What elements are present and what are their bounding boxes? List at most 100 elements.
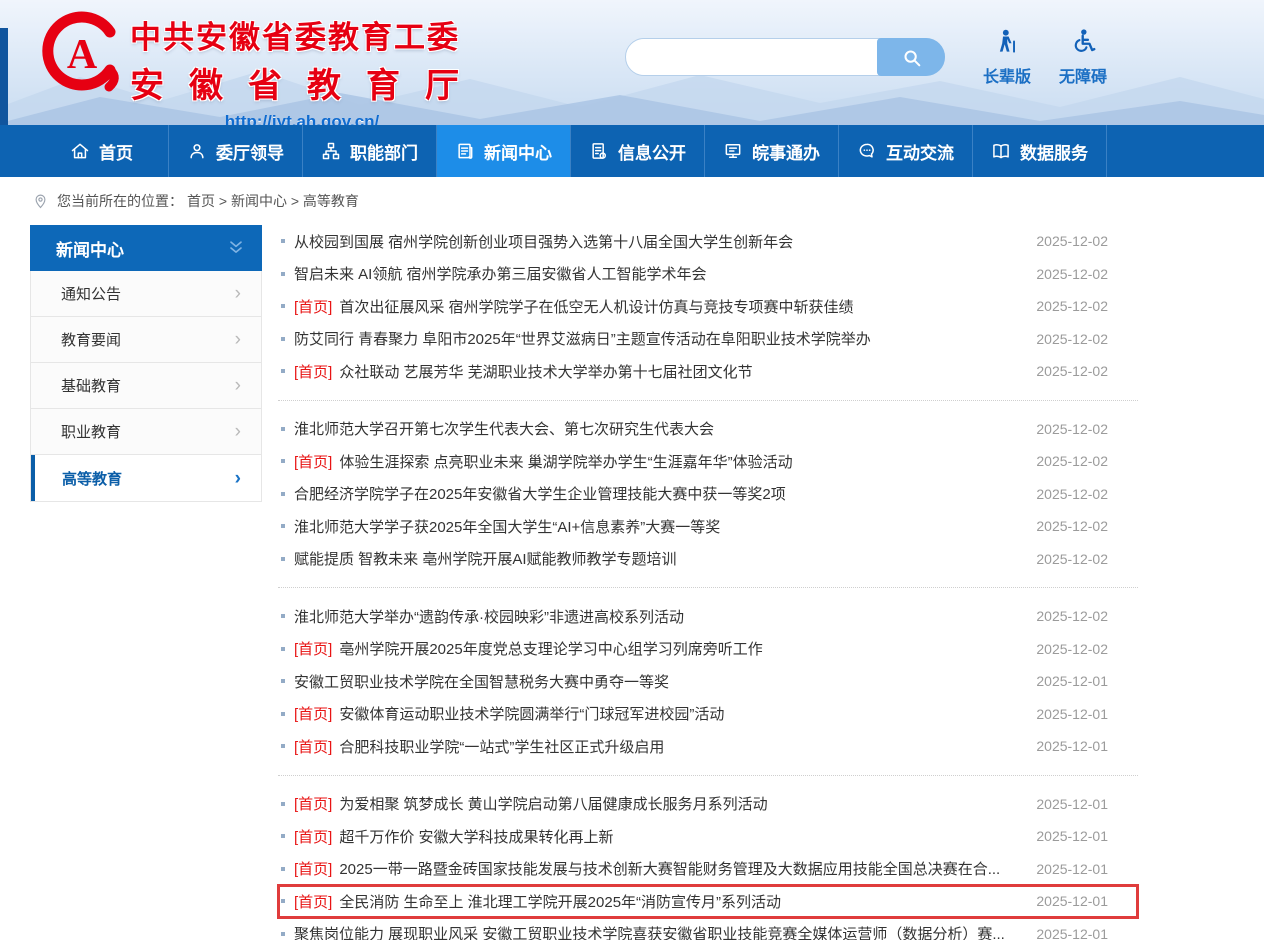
nav-item-news-center[interactable]: 新闻中心 [437,125,571,177]
accessibility-links: 长辈版 无障碍 [976,28,1114,87]
news-title[interactable]: 亳州学院开展2025年度党总支理论学习中心组学习列席旁听工作 [339,638,1020,659]
nav-label: 职能部门 [350,139,418,164]
news-title[interactable]: 防艾同行 青春聚力 阜阳市2025年“世界艾滋病日”主题宣传活动在阜阳职业技术学… [294,328,1020,349]
news-item[interactable]: 从校园到国展 宿州学院创新创业项目强势入选第十八届全国大学生创新年会 2025-1… [278,225,1138,258]
news-title[interactable]: 超千万作价 安徽大学科技成果转化再上新 [339,826,1020,847]
breadcrumb: 您当前所在的位置： 首页 > 新闻中心 > 高等教育 [0,177,1264,225]
news-item[interactable]: [首页]安徽体育运动职业技术学院圆满举行“门球冠军进校园”活动2025-12-0… [278,698,1138,731]
news-title[interactable]: 合肥科技职业学院“一站式”学生社区正式升级启用 [339,736,1020,757]
chevron-right-icon: › [235,284,241,303]
nav-label: 信息公开 [618,139,686,164]
news-group: 从校园到国展 宿州学院创新创业项目强势入选第十八届全国大学生创新年会 2025-1… [278,225,1138,388]
sidebar-item-basic-edu[interactable]: 基础教育› [31,363,261,409]
org-title-line2: 安徽省教育厅 [130,58,474,107]
bullet-icon [281,679,285,683]
news-item[interactable]: [首页]亳州学院开展2025年度党总支理论学习中心组学习列席旁听工作2025-1… [278,633,1138,666]
group-divider [278,400,1138,401]
news-item[interactable]: 赋能提质 智教未来 亳州学院开展AI赋能教师教学专题培训 2025-12-02 [278,543,1138,576]
news-title[interactable]: 安徽工贸职业技术学院在全国智慧税务大赛中勇夺一等奖 [294,671,1020,692]
news-date: 2025-12-02 [1036,551,1108,567]
news-title[interactable]: 聚焦岗位能力 展现职业风采 安徽工贸职业技术学院喜获安徽省职业技能竞赛全媒体运营… [294,923,1020,940]
news-title[interactable]: 体验生涯探索 点亮职业未来 巢湖学院举办学生“生涯嘉年华”体验活动 [339,451,1020,472]
news-title[interactable]: 安徽体育运动职业技术学院圆满举行“门球冠军进校园”活动 [339,703,1020,724]
sidebar-item-label: 高等教育 [62,468,122,489]
breadcrumb-trail[interactable]: 首页 > 新闻中心 > 高等教育 [187,191,359,211]
chevron-right-icon: › [235,422,241,441]
sidebar-list: 通知公告 › 教育要闻›基础教育›职业教育› 高等教育 › [30,271,262,502]
news-date: 2025-12-01 [1036,893,1108,909]
news-title[interactable]: 智启未来 AI领航 宿州学院承办第三届安徽省人工智能学术年会 [294,263,1020,284]
sidebar-item-vocational-edu[interactable]: 职业教育› [31,409,261,455]
news-item[interactable]: [首页]超千万作价 安徽大学科技成果转化再上新2025-12-01 [278,820,1138,853]
news-title[interactable]: 淮北师范大学学子获2025年全国大学生“AI+信息素养”大赛一等奖 [294,516,1020,537]
sidebar-header[interactable]: 新闻中心 [30,225,262,271]
nav-label: 委厅领导 [216,139,284,164]
news-item[interactable]: 淮北师范大学学子获2025年全国大学生“AI+信息素养”大赛一等奖2025-12… [278,510,1138,543]
chevron-right-icon: › [235,376,241,395]
nav-item-departments[interactable]: 职能部门 [303,125,437,177]
news-item[interactable]: 淮北师范大学举办“遗韵传承·校园映彩”非遗进高校系列活动2025-12-02 [278,600,1138,633]
news-group: 淮北师范大学召开第七次学生代表大会、第七次研究生代表大会2025-12-02[首… [278,413,1138,576]
bullet-icon [281,867,285,871]
news-item[interactable]: 防艾同行 青春聚力 阜阳市2025年“世界艾滋病日”主题宣传活动在阜阳职业技术学… [278,323,1138,356]
bullet-icon [281,932,285,936]
sidebar-item-notices[interactable]: 通知公告 › [31,271,261,317]
news-title[interactable]: 2025一带一路暨金砖国家技能发展与技术创新大赛智能财务管理及大数据应用技能全国… [339,858,1020,879]
news-item[interactable]: 安徽工贸职业技术学院在全国智慧税务大赛中勇夺一等奖 2025-12-01 [278,665,1138,698]
news-title[interactable]: 首次出征展风采 宿州学院学子在低空无人机设计仿真与竞技专项赛中斩获佳绩 [339,296,1020,317]
nav-item-services[interactable]: 皖事通办 [705,125,839,177]
news-title[interactable]: 从校园到国展 宿州学院创新创业项目强势入选第十八届全国大学生创新年会 [294,231,1020,252]
bullet-icon [281,337,285,341]
news-title[interactable]: 赋能提质 智教未来 亳州学院开展AI赋能教师教学专题培训 [294,548,1020,569]
news-item[interactable]: [首页]为爱相聚 筑梦成长 黄山学院启动第八届健康成长服务月系列活动2025-1… [278,788,1138,821]
news-item-highlighted[interactable]: [首页]全民消防 生命至上 淮北理工学院开展2025年“消防宣传月”系列活动20… [278,885,1138,918]
svg-text:A: A [67,32,98,78]
nav-label: 首页 [99,139,133,164]
news-item[interactable]: 淮北师范大学召开第七次学生代表大会、第七次研究生代表大会2025-12-02 [278,413,1138,446]
front-page-tag: [首页] [294,638,332,659]
news-item[interactable]: [首页]体验生涯探索 点亮职业未来 巢湖学院举办学生“生涯嘉年华”体验活动202… [278,445,1138,478]
chevron-right-icon: › [235,469,241,488]
bullet-icon [281,744,285,748]
news-item[interactable]: 智启未来 AI领航 宿州学院承办第三届安徽省人工智能学术年会2025-12-02 [278,258,1138,291]
news-title[interactable]: 合肥经济学院学子在2025年安徽省大学生企业管理技能大赛中获一等奖2项 [294,483,1020,504]
news-item[interactable]: [首页]众社联动 艺展芳华 芜湖职业技术大学举办第十七届社团文化节2025-12… [278,355,1138,388]
sidebar-item-label: 通知公告 [61,283,121,304]
bullet-icon [281,712,285,716]
news-date: 2025-12-01 [1036,796,1108,812]
news-date: 2025-12-02 [1036,233,1108,249]
nav-item-interact[interactable]: 互动交流 [839,125,973,177]
news-date: 2025-12-01 [1036,828,1108,844]
search-button[interactable] [877,38,945,76]
location-icon [32,193,49,210]
nav-item-data-service[interactable]: 数据服务 [973,125,1107,177]
nav-item-home[interactable]: 首页 [35,125,169,177]
news-item[interactable]: [首页]合肥科技职业学院“一站式”学生社区正式升级启用2025-12-01 [278,730,1138,763]
news-title[interactable]: 淮北师范大学举办“遗韵传承·校园映彩”非遗进高校系列活动 [294,606,1020,627]
news-title[interactable]: 全民消防 生命至上 淮北理工学院开展2025年“消防宣传月”系列活动 [339,891,1020,912]
news-item[interactable]: [首页]2025一带一路暨金砖国家技能发展与技术创新大赛智能财务管理及大数据应用… [278,853,1138,886]
accessibility-link[interactable]: 无障碍 [1052,28,1114,87]
sidebar-item-higher-edu[interactable]: 高等教育 › [31,455,261,501]
news-item[interactable]: [首页]首次出征展风采 宿州学院学子在低空无人机设计仿真与竞技专项赛中斩获佳绩2… [278,290,1138,323]
sidebar-item-edu-news[interactable]: 教育要闻› [31,317,261,363]
news-title[interactable]: 众社联动 艺展芳华 芜湖职业技术大学举办第十七届社团文化节 [339,361,1020,382]
nav-label: 新闻中心 [484,139,552,164]
news-title[interactable]: 淮北师范大学召开第七次学生代表大会、第七次研究生代表大会 [294,418,1020,439]
news-date: 2025-12-01 [1036,926,1108,940]
news-title[interactable]: 为爱相聚 筑梦成长 黄山学院启动第八届健康成长服务月系列活动 [339,793,1020,814]
front-page-tag: [首页] [294,736,332,757]
search-icon [901,47,921,67]
nav-item-leaders[interactable]: 委厅领导 [169,125,303,177]
bullet-icon [281,834,285,838]
nav-item-info-public[interactable]: 信息公开 [571,125,705,177]
news-item[interactable]: 聚焦岗位能力 展现职业风采 安徽工贸职业技术学院喜获安徽省职业技能竞赛全媒体运营… [278,918,1138,940]
news-date: 2025-12-01 [1036,706,1108,722]
bullet-icon [281,369,285,373]
page-content: 新闻中心 通知公告 › 教育要闻›基础教育›职业教育› 高等教育 › 从校园到国展 宿州… [0,225,1264,940]
front-page-tag: [首页] [294,296,332,317]
elder-version-link[interactable]: 长辈版 [976,28,1038,87]
news-item[interactable]: 合肥经济学院学子在2025年安徽省大学生企业管理技能大赛中获一等奖2项2025-… [278,478,1138,511]
news-date: 2025-12-01 [1036,673,1108,689]
nav-label: 数据服务 [1020,139,1088,164]
